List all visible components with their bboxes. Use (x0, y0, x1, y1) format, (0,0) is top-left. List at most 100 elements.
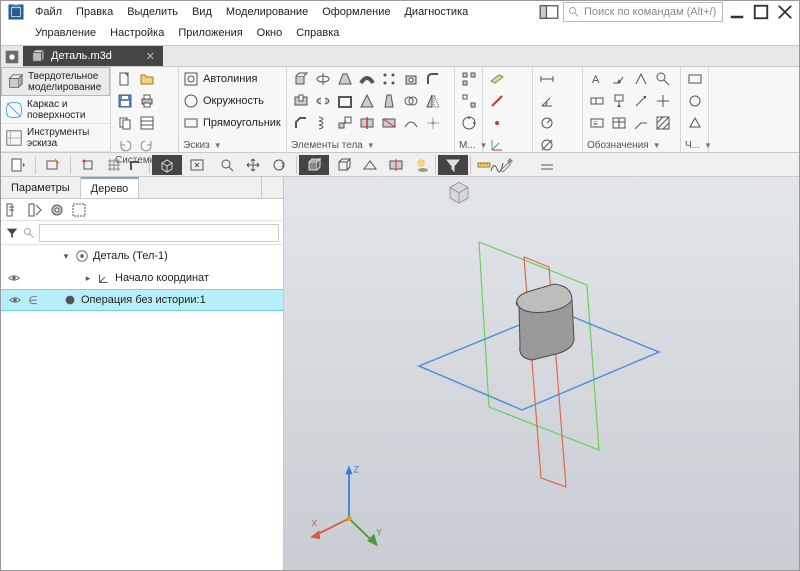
side-settings-icon[interactable] (261, 177, 283, 198)
print-icon[interactable] (137, 91, 157, 111)
menu-file[interactable]: Файл (29, 4, 68, 20)
menu-apps[interactable]: Приложения (172, 25, 248, 41)
extrude-icon[interactable] (291, 69, 311, 89)
hlr-toggle[interactable] (329, 155, 359, 175)
home-tab-icon[interactable] (1, 46, 23, 68)
eyedropper-tool[interactable] (495, 155, 517, 175)
note-text-icon[interactable]: A (587, 69, 607, 89)
dim-angle-icon[interactable] (537, 91, 557, 111)
fillet-icon[interactable] (423, 69, 443, 89)
tree-tool4-icon[interactable] (69, 200, 89, 220)
dim-radius-icon[interactable] (537, 113, 557, 133)
funnel-icon[interactable] (5, 226, 19, 240)
pattern-icon[interactable] (379, 69, 399, 89)
undo-icon[interactable] (115, 135, 135, 155)
include-icon[interactable]: ∈ (25, 292, 41, 308)
loft-icon[interactable] (335, 69, 355, 89)
layout-toggle-icon[interactable] (539, 3, 559, 21)
menu-help[interactable]: Справка (290, 25, 345, 41)
menu-settings[interactable]: Настройка (104, 25, 170, 41)
sketch-begin[interactable] (38, 155, 68, 175)
thread-icon[interactable] (313, 113, 333, 133)
perspective-toggle[interactable] (359, 155, 381, 175)
shell-icon[interactable] (335, 91, 355, 111)
tool-ch2-icon[interactable] (685, 91, 704, 111)
redo-icon[interactable] (137, 135, 157, 155)
draft-icon[interactable] (379, 91, 399, 111)
collapse-icon[interactable]: ▾ (61, 251, 71, 262)
snap-toggle[interactable] (73, 155, 103, 175)
curve-body-icon[interactable] (401, 113, 421, 133)
visibility-icon[interactable] (6, 270, 22, 286)
plane-icon[interactable] (487, 69, 507, 89)
filter-toggle[interactable] (438, 155, 468, 175)
menu-modeling[interactable]: Моделирование (220, 4, 314, 20)
menu-edit[interactable]: Правка (70, 4, 119, 20)
mirror-body-icon[interactable] (423, 91, 443, 111)
revolve-icon[interactable] (313, 69, 333, 89)
scale-icon[interactable] (335, 113, 355, 133)
display-style[interactable] (299, 155, 329, 175)
zoom-fit[interactable] (182, 155, 212, 175)
pan-tool[interactable] (242, 155, 264, 175)
new-doc-icon[interactable] (115, 69, 135, 89)
cut-revolve-icon[interactable] (313, 91, 333, 111)
tree-tool3-icon[interactable] (47, 200, 67, 220)
tool-ch3-icon[interactable] (685, 113, 704, 133)
document-tab[interactable]: Деталь.m3d ✕ (23, 46, 163, 66)
note-balloon-icon[interactable] (653, 69, 673, 89)
dim-linear-icon[interactable] (537, 69, 557, 89)
save-icon[interactable] (115, 91, 135, 111)
note-leader-icon[interactable] (631, 113, 651, 133)
autoline-button[interactable]: Автолиния (183, 69, 281, 89)
mode-sketch-tools[interactable]: Инструменты эскиза (1, 124, 110, 152)
grid-toggle[interactable] (103, 155, 125, 175)
tree-operation[interactable]: ∈ Операция без истории:1 (1, 289, 283, 311)
rectangle-button[interactable]: Прямоугольник (183, 113, 281, 133)
cut-extrude-icon[interactable] (291, 91, 311, 111)
command-search[interactable]: Поиск по командам (Alt+/) (563, 2, 723, 22)
dim-chain-icon[interactable] (537, 157, 557, 177)
tree-origin[interactable]: ▸ Начало координат (1, 267, 283, 289)
note-table-icon[interactable] (609, 113, 629, 133)
tab-params[interactable]: Параметры (1, 177, 81, 198)
note-datum-icon[interactable] (609, 91, 629, 111)
aux-point-icon[interactable] (487, 113, 507, 133)
properties-icon[interactable] (137, 113, 157, 133)
note-hatch-icon[interactable] (653, 113, 673, 133)
tree-tool1-icon[interactable] (3, 200, 23, 220)
view-cube-dd[interactable] (152, 155, 182, 175)
tree-root[interactable]: ▾ Деталь (Тел-1) (1, 245, 283, 267)
dim-diameter-icon[interactable] (537, 135, 557, 155)
document-tab-close[interactable]: ✕ (146, 50, 155, 63)
copy-icon[interactable] (115, 113, 135, 133)
visibility-icon[interactable] (7, 292, 23, 308)
point-body-icon[interactable] (423, 113, 443, 133)
tree-search-input[interactable] (39, 224, 279, 242)
section-body-icon[interactable] (379, 113, 399, 133)
shadows-toggle[interactable] (411, 155, 433, 175)
section-view[interactable] (381, 155, 411, 175)
axis-icon[interactable] (487, 91, 507, 111)
array-icon[interactable] (459, 69, 478, 89)
menu-formatting[interactable]: Оформление (316, 4, 396, 20)
ortho-toggle[interactable] (125, 155, 147, 175)
note-weld-icon[interactable] (609, 69, 629, 89)
menu-diagnostics[interactable]: Диагностика (398, 4, 474, 20)
view-cube[interactable] (444, 177, 474, 207)
csys-icon[interactable] (487, 135, 507, 155)
circle-button[interactable]: Окружность (183, 91, 281, 111)
mode-wireframe[interactable]: Каркас и поверхности (1, 96, 110, 124)
split-icon[interactable] (357, 113, 377, 133)
menu-view[interactable]: Вид (186, 4, 218, 20)
minimize-button[interactable] (727, 3, 747, 21)
rotate-tool[interactable] (264, 155, 294, 175)
open-doc-icon[interactable] (137, 69, 157, 89)
menu-select[interactable]: Выделить (121, 4, 184, 20)
array2-icon[interactable] (459, 91, 478, 111)
menu-window[interactable]: Окно (251, 25, 289, 41)
array3-icon[interactable] (459, 113, 478, 133)
note-rough-icon[interactable] (631, 69, 651, 89)
viewport[interactable]: Z X Y (284, 177, 799, 570)
expand-icon[interactable]: ▸ (83, 273, 93, 284)
